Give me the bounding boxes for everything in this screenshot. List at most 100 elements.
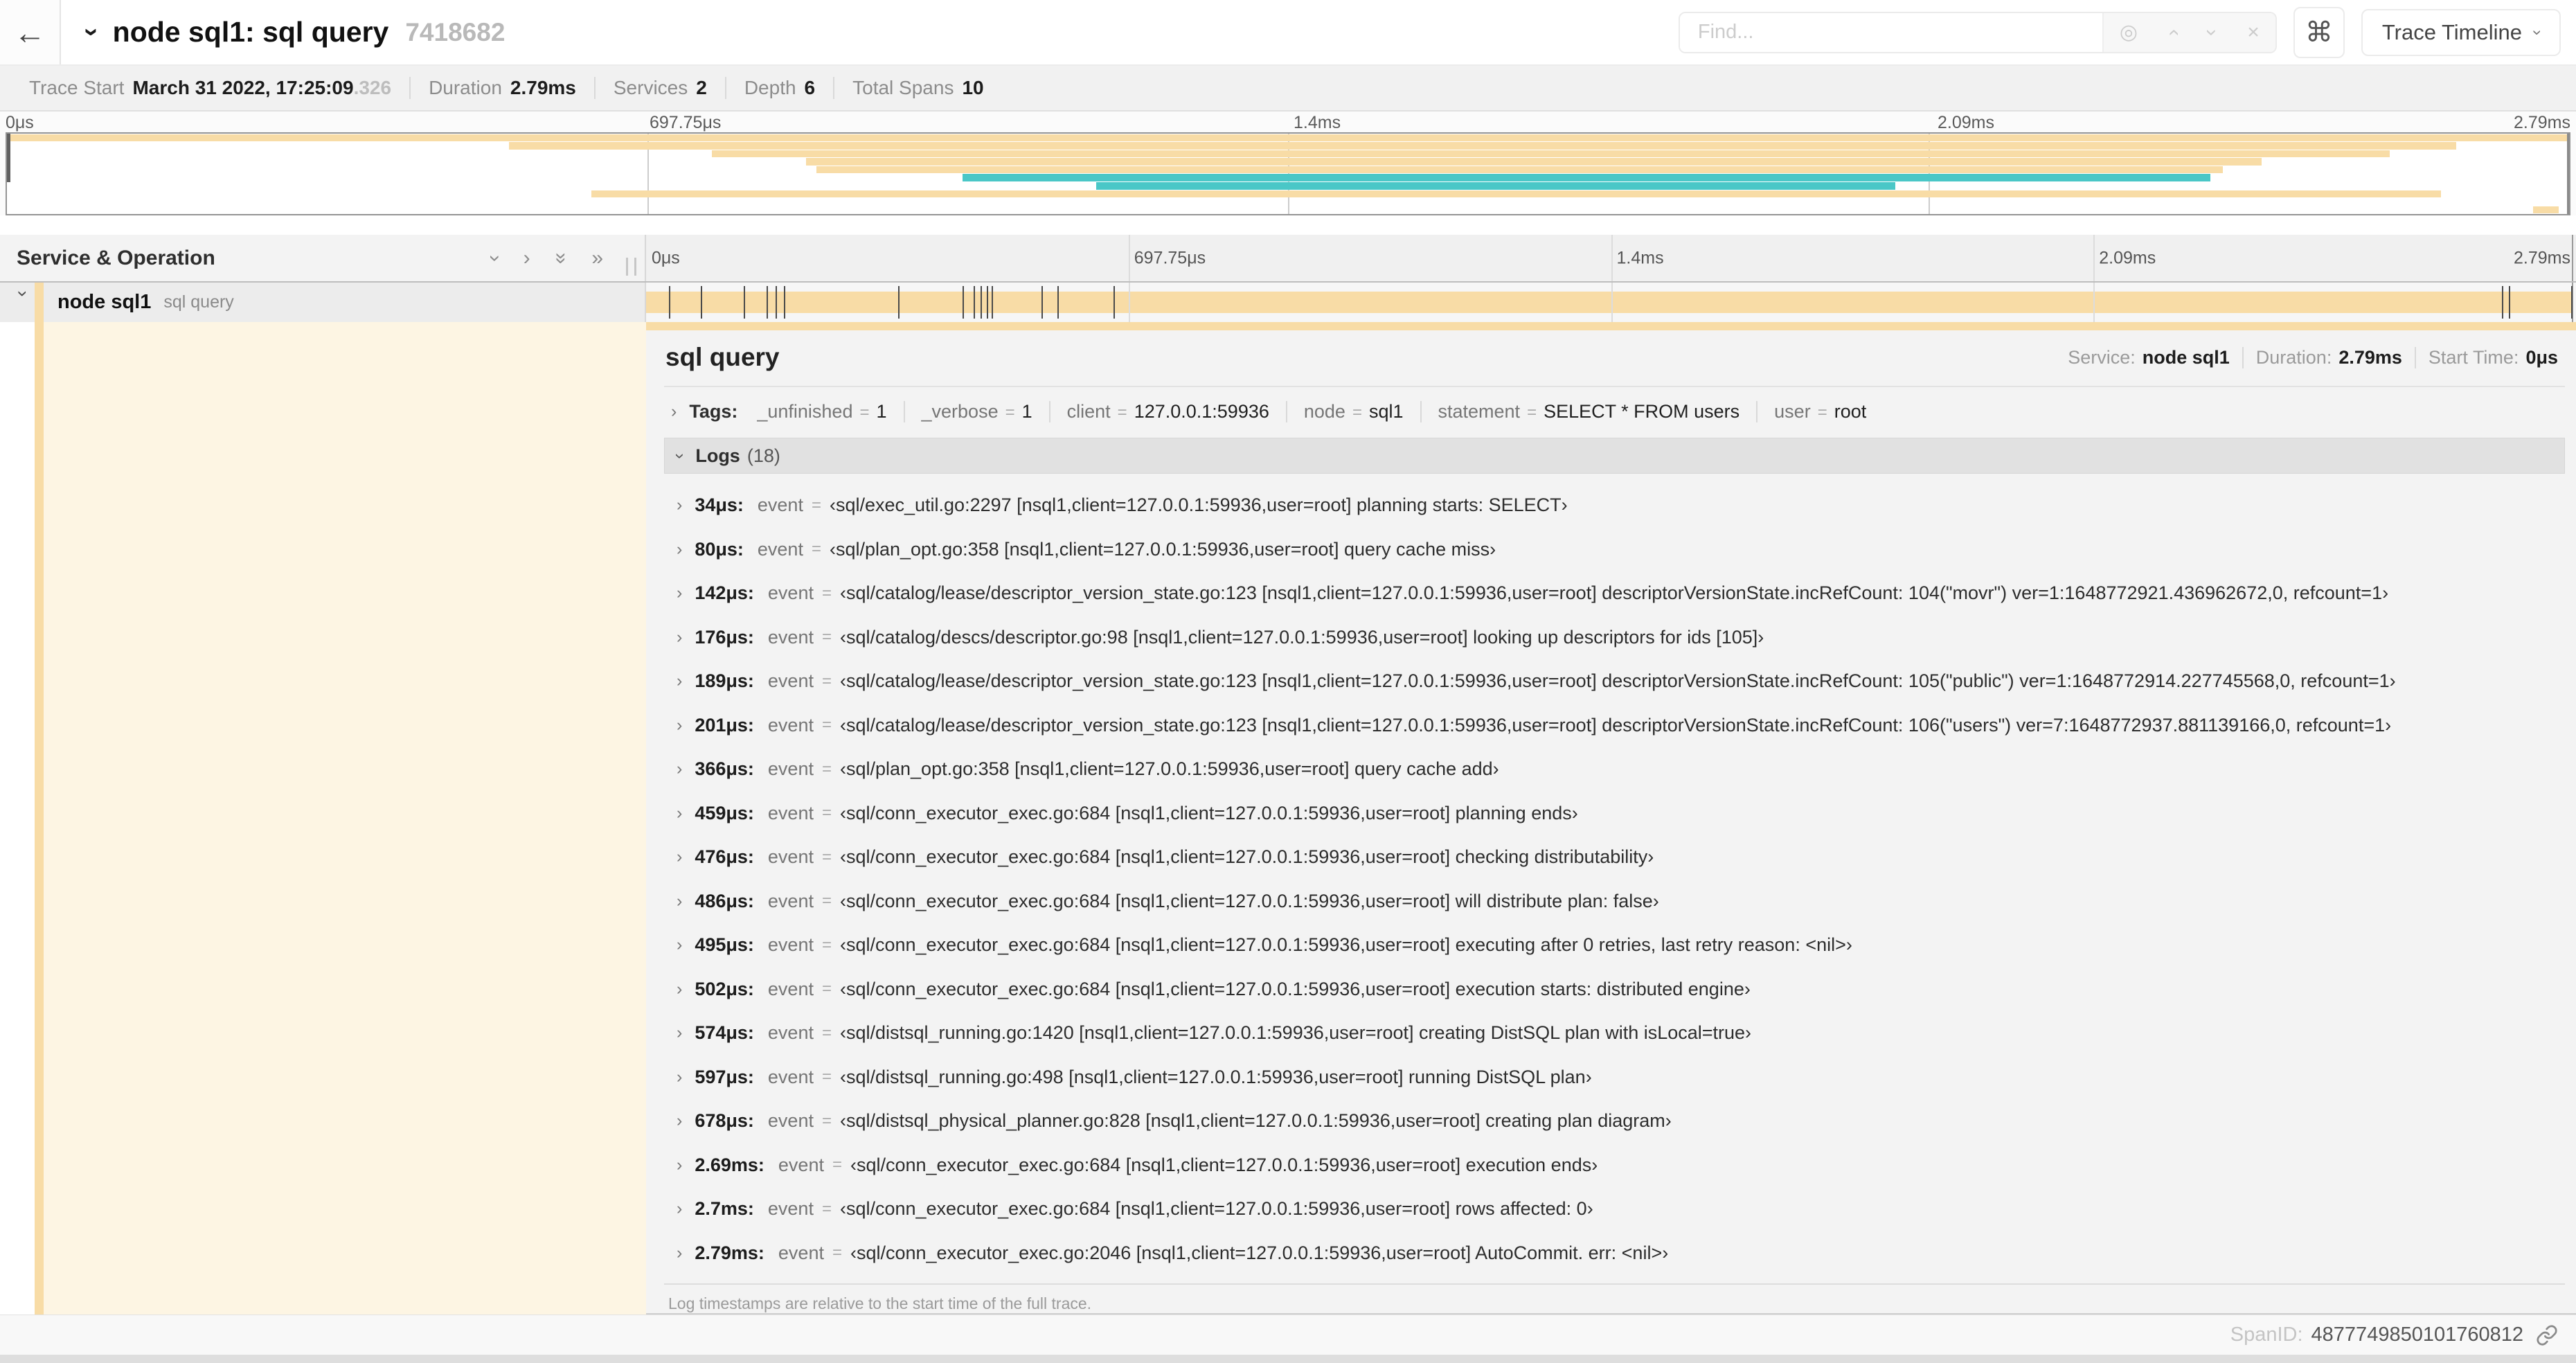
tags-accordion[interactable]: › Tags: _unfinished = 1 _verbose = 1 cli… <box>664 387 2565 438</box>
log-entry[interactable]: › 142μs: event = ‹sql/catalog/lease/desc… <box>664 571 2565 616</box>
back-button[interactable]: ← <box>0 0 61 64</box>
log-entry[interactable]: › 574μs: event = ‹sql/distsql_running.go… <box>664 1011 2565 1055</box>
log-entry[interactable]: › 2.79ms: event = ‹sql/conn_executor_exe… <box>664 1231 2565 1276</box>
page-title: node sql1: sql query <box>112 16 389 48</box>
header-toolbar: ◎ › › × ⌘ Trace Timeline › <box>1678 6 2561 58</box>
log-tick-mark <box>962 286 964 319</box>
find-input[interactable] <box>1679 12 2102 52</box>
minimap-span-bar <box>711 150 2390 158</box>
span-tag[interactable]: client = 127.0.0.1:59936 <box>1048 401 1286 422</box>
collapse-all-icon[interactable]: › <box>483 255 507 262</box>
expand-all-icon[interactable]: » <box>591 247 603 270</box>
meta-label: Duration: <box>2255 346 2332 368</box>
trace-title-group: › node sql1: sql query 7418682 <box>78 16 1679 48</box>
summary-label: Depth <box>744 77 796 98</box>
span-tree-row[interactable]: › node sql1 sql query <box>0 283 2576 322</box>
log-tick-mark <box>784 286 786 319</box>
timeline-right-divider[interactable] <box>2572 235 2573 281</box>
log-field-value: ‹sql/conn_executor_exec.go:684 [nsql1,cl… <box>839 978 1751 999</box>
span-id-footer: SpanID: 4877749850101760812 <box>0 1315 2576 1355</box>
span-meta-item: Duration: 2.79ms <box>2242 346 2415 368</box>
log-tick-mark <box>668 286 670 319</box>
chevron-down-icon[interactable]: › <box>77 28 107 37</box>
span-duration-bar[interactable] <box>646 292 2572 313</box>
span-tag[interactable]: statement = SELECT * FROM users <box>1420 401 1757 422</box>
timeline-gridline <box>2093 235 2095 281</box>
log-timestamp: 476μs: <box>695 846 754 868</box>
minimap-right-scrubber[interactable] <box>2567 134 2569 214</box>
log-tick-mark <box>2502 286 2504 319</box>
log-entry[interactable]: › 495μs: event = ‹sql/conn_executor_exec… <box>664 923 2565 968</box>
log-entry[interactable]: › 366μs: event = ‹sql/plan_opt.go:358 [n… <box>664 747 2565 792</box>
log-entry[interactable]: › 597μs: event = ‹sql/distsql_running.go… <box>664 1055 2565 1100</box>
expand-level-icon[interactable]: › <box>524 247 530 270</box>
log-field-key: event <box>767 1198 814 1220</box>
tag-value: 127.0.0.1:59936 <box>1134 401 1269 422</box>
timeline-tick-label: 0μs <box>652 248 680 267</box>
log-field-value: ‹sql/plan_opt.go:358 [nsql1,client=127.0… <box>839 758 1499 780</box>
log-field-value: ‹sql/distsql_running.go:498 [nsql1,clien… <box>839 1066 1592 1087</box>
trace-summary-item: Total Spans 10 <box>833 77 1001 99</box>
link-icon[interactable] <box>2536 1324 2558 1346</box>
log-timestamp: 2.7ms: <box>695 1198 754 1220</box>
log-entry[interactable]: › 486μs: event = ‹sql/conn_executor_exec… <box>664 880 2565 924</box>
log-equals: = <box>821 671 832 691</box>
span-detail-indent-column <box>0 322 646 1315</box>
log-entry[interactable]: › 2.7ms: event = ‹sql/conn_executor_exec… <box>664 1187 2565 1231</box>
minimap-span-row <box>7 198 2569 206</box>
log-entry[interactable]: › 34μs: event = ‹sql/exec_util.go:2297 [… <box>664 483 2565 528</box>
log-equals: = <box>821 1023 832 1042</box>
span-name-cell[interactable]: › node sql1 sql query <box>0 283 646 322</box>
minimap-canvas[interactable] <box>6 132 2570 215</box>
log-entry[interactable]: › 476μs: event = ‹sql/conn_executor_exec… <box>664 835 2565 880</box>
timeline-tick-label: 2.09ms <box>2099 248 2156 267</box>
chevron-right-icon: › <box>677 1155 683 1175</box>
log-entry[interactable]: › 678μs: event = ‹sql/distsql_physical_p… <box>664 1099 2565 1143</box>
log-field-value: ‹sql/catalog/lease/descriptor_version_st… <box>839 582 2389 604</box>
service-operation-title: Service & Operation <box>17 246 215 269</box>
log-field-value: ‹sql/distsql_running.go:1420 [nsql1,clie… <box>839 1022 1752 1044</box>
tag-key: client <box>1066 401 1111 422</box>
minimap-span-bar <box>7 134 2569 142</box>
log-entry[interactable]: › 502μs: event = ‹sql/conn_executor_exec… <box>664 968 2565 1012</box>
log-field-key: event <box>767 758 814 780</box>
chevron-down-icon[interactable]: › <box>12 291 34 314</box>
log-entry[interactable]: › 201μs: event = ‹sql/catalog/lease/desc… <box>664 704 2565 748</box>
column-resizer-grip[interactable] <box>626 258 636 276</box>
log-entry[interactable]: › 189μs: event = ‹sql/catalog/lease/desc… <box>664 659 2565 704</box>
minimap-left-scrubber[interactable] <box>7 134 10 182</box>
log-entry[interactable]: › 176μs: event = ‹sql/catalog/descs/desc… <box>664 616 2565 660</box>
span-tag[interactable]: node = sql1 <box>1285 401 1420 422</box>
log-entry[interactable]: › 2.69ms: event = ‹sql/conn_executor_exe… <box>664 1143 2565 1188</box>
view-selector-button[interactable]: Trace Timeline › <box>2361 8 2561 56</box>
log-entry-list: › 34μs: event = ‹sql/exec_util.go:2297 [… <box>664 483 2565 1275</box>
logs-accordion-header[interactable]: › Logs (18) <box>664 438 2565 474</box>
log-field-value: ‹sql/exec_util.go:2297 [nsql1,client=127… <box>829 495 1568 516</box>
find-next-icon[interactable]: › <box>2200 29 2224 36</box>
timeline-gridline <box>1128 235 1130 281</box>
log-equals: = <box>821 935 832 954</box>
clear-search-icon[interactable]: × <box>2247 21 2260 44</box>
span-tag[interactable]: _verbose = 1 <box>903 401 1049 422</box>
keyboard-shortcuts-button[interactable]: ⌘ <box>2293 6 2345 58</box>
log-field-value: ‹sql/conn_executor_exec.go:684 [nsql1,cl… <box>839 1198 1593 1220</box>
log-tick-mark <box>776 286 778 319</box>
log-timestamp: 201μs: <box>695 714 754 736</box>
timeline-tick-label: 2.79ms <box>2514 113 2570 132</box>
log-field-value: ‹sql/catalog/descs/descriptor.go:98 [nsq… <box>839 626 1764 648</box>
span-tag[interactable]: _unfinished = 1 <box>757 401 903 422</box>
locate-icon[interactable]: ◎ <box>2120 20 2138 44</box>
timeline-tick-label: 0μs <box>6 113 34 132</box>
find-prev-icon[interactable]: › <box>2161 29 2185 36</box>
minimap-tick-labels: 0μs 697.75μs 1.4ms 2.09ms 2.79ms <box>0 112 2576 132</box>
minimap-span-bar <box>806 158 2262 166</box>
minimap-span-bar <box>509 142 2457 150</box>
collapse-deep-icon[interactable]: » <box>549 252 573 264</box>
minimap-span-row <box>7 158 2569 166</box>
log-field-value: ‹sql/conn_executor_exec.go:684 [nsql1,cl… <box>839 890 1659 911</box>
log-entry[interactable]: › 459μs: event = ‹sql/conn_executor_exec… <box>664 792 2565 836</box>
minimap-span-row <box>7 182 2569 190</box>
span-tag[interactable]: user = root <box>1756 401 1883 422</box>
log-field-value: ‹sql/conn_executor_exec.go:684 [nsql1,cl… <box>839 846 1654 868</box>
log-entry[interactable]: › 80μs: event = ‹sql/plan_opt.go:358 [ns… <box>664 528 2565 572</box>
